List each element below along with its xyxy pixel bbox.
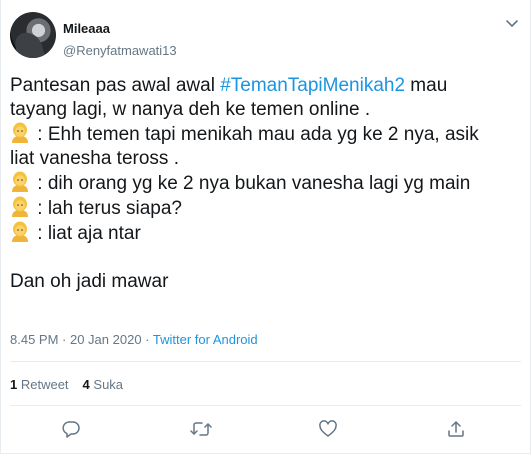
retweet-icon[interactable] (188, 416, 214, 442)
like-stat[interactable]: 4 Suka (83, 377, 123, 392)
tweet-date[interactable]: 20 Jan 2020 (70, 332, 142, 347)
tweet-text: Pantesan pas awal awal #TemanTapiMenikah… (10, 74, 522, 294)
retweet-stat[interactable]: 1 Retweet (10, 377, 69, 392)
person-emoji-icon (10, 171, 30, 193)
tweet-line: : dih orang yg ke 2 nya bukan vanesha la… (10, 171, 522, 196)
chevron-down-icon[interactable] (505, 18, 519, 28)
person-emoji-icon (10, 196, 30, 218)
user-handle[interactable]: @Renyfatmawati13 (63, 43, 177, 58)
person-emoji-icon (10, 221, 30, 243)
divider (10, 405, 521, 406)
tweet-line: Pantesan pas awal awal #TemanTapiMenikah… (10, 75, 448, 96)
avatar[interactable] (10, 12, 56, 58)
tweet-line: : Ehh temen tapi menikah mau ada yg ke 2… (10, 122, 522, 147)
tweet-line: tayang lagi, w nanya deh ke temen online… (10, 99, 371, 120)
tweet-source-link[interactable]: Twitter for Android (153, 332, 258, 347)
display-name[interactable]: Mileaaa (63, 21, 110, 36)
tweet-line: : liat aja ntar (10, 221, 522, 246)
reply-icon[interactable] (58, 416, 84, 442)
tweet-line: : lah terus siapa? (10, 196, 522, 221)
like-icon[interactable] (315, 416, 341, 442)
tweet-meta: 8.45 PM · 20 Jan 2020 · Twitter for Andr… (10, 332, 258, 347)
tweet-line: liat vanesha teross . (10, 148, 179, 169)
hashtag-link[interactable]: #TemanTapiMenikah2 (220, 75, 405, 96)
tweet-stats: 1 Retweet 4 Suka (10, 377, 123, 392)
tweet-time[interactable]: 8.45 PM (10, 332, 58, 347)
tweet-line: Dan oh jadi mawar (10, 271, 169, 292)
divider (10, 361, 521, 362)
tweet-actions (0, 414, 529, 444)
share-icon[interactable] (443, 416, 469, 442)
person-emoji-icon (10, 122, 30, 144)
